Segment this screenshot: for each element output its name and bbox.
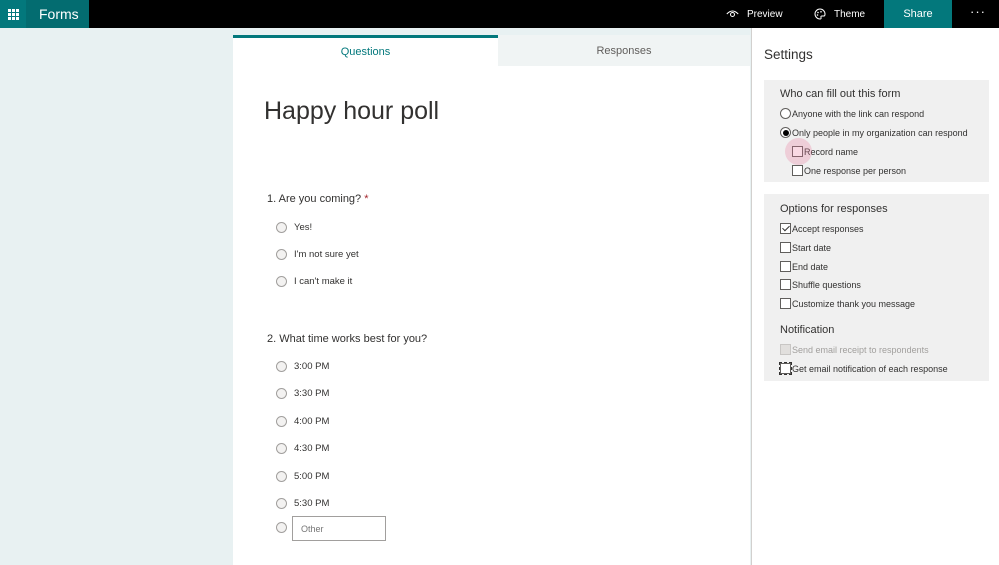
radio-label: Only people in my organization can respo… xyxy=(792,127,968,138)
one-response-checkbox[interactable]: One response per person xyxy=(792,164,906,177)
option-label: 3:00 PM xyxy=(294,360,330,372)
response-options-heading: Options for responses xyxy=(780,203,888,215)
question-1-option[interactable]: I can't make it xyxy=(276,274,352,288)
thank-you-message-checkbox[interactable]: Customize thank you message xyxy=(780,297,915,310)
question-1-option[interactable]: I'm not sure yet xyxy=(276,247,359,261)
question-2-option[interactable]: 5:30 PM xyxy=(276,496,329,510)
radio-icon[interactable] xyxy=(276,442,287,454)
question-2-text: 2. What time works best for you? xyxy=(267,333,428,345)
more-options-button[interactable]: ··· xyxy=(960,0,996,28)
record-name-checkbox[interactable]: Record name xyxy=(792,145,858,158)
radio-icon[interactable] xyxy=(276,387,287,399)
form-editor: Questions Responses Happy hour poll 1. A… xyxy=(233,35,750,565)
who-can-fill-group: Who can fill out this form Anyone with t… xyxy=(764,80,989,182)
shuffle-questions-checkbox[interactable]: Shuffle questions xyxy=(780,278,861,291)
checkbox-checked-icon[interactable] xyxy=(780,223,791,234)
radio-icon[interactable] xyxy=(276,275,287,287)
start-date-checkbox[interactable]: Start date xyxy=(780,241,831,254)
settings-panel: Settings Who can fill out this form Anyo… xyxy=(751,28,999,565)
checkbox-label: End date xyxy=(792,261,829,272)
required-marker: * xyxy=(364,193,369,205)
checkbox-icon[interactable] xyxy=(780,298,791,309)
checkbox-label: Start date xyxy=(792,242,832,253)
question-2-option[interactable]: 5:00 PM xyxy=(276,469,329,483)
palette-icon xyxy=(814,8,826,20)
radio-icon[interactable] xyxy=(276,415,287,427)
checkbox-label: Record name xyxy=(804,146,859,157)
checkbox-icon[interactable] xyxy=(779,362,792,375)
question-2-option[interactable]: 4:00 PM xyxy=(276,414,329,428)
radio-icon[interactable] xyxy=(276,360,287,372)
checkbox-icon[interactable] xyxy=(780,261,791,272)
option-label: 4:30 PM xyxy=(294,442,330,454)
checkbox-icon[interactable] xyxy=(780,279,791,290)
checkbox-icon[interactable] xyxy=(792,165,803,176)
checkbox-label: Customize thank you message xyxy=(792,298,916,309)
other-input[interactable] xyxy=(292,516,386,541)
email-receipt-checkbox: Send email receipt to respondents xyxy=(780,343,929,356)
preview-label: Preview xyxy=(747,8,783,20)
radio-icon[interactable] xyxy=(276,497,287,509)
tab-responses[interactable]: Responses xyxy=(498,35,750,66)
app-name[interactable]: Forms xyxy=(26,0,89,28)
question-2-option[interactable]: 3:00 PM xyxy=(276,359,329,373)
question-1-title[interactable]: 1. Are you coming? * xyxy=(267,193,369,205)
option-label: I'm not sure yet xyxy=(294,248,359,260)
checkbox-label: One response per person xyxy=(804,165,907,176)
checkbox-disabled-icon xyxy=(780,344,791,355)
settings-title: Settings xyxy=(764,47,813,62)
option-label: 5:00 PM xyxy=(294,470,330,482)
email-notification-checkbox[interactable]: Get email notification of each response xyxy=(779,362,948,375)
option-label: 5:30 PM xyxy=(294,497,330,509)
checkbox-icon[interactable] xyxy=(780,242,791,253)
question-2-title[interactable]: 2. What time works best for you? xyxy=(267,333,427,345)
question-1-option[interactable]: Yes! xyxy=(276,220,312,234)
editor-tabs: Questions Responses xyxy=(233,35,750,66)
question-1-text: 1. Are you coming? xyxy=(267,193,362,205)
radio-icon[interactable] xyxy=(780,108,791,119)
waffle-icon xyxy=(7,8,19,20)
radio-icon[interactable] xyxy=(276,470,287,482)
option-label: 3:30 PM xyxy=(294,387,330,399)
eye-icon xyxy=(726,10,739,17)
radio-selected-icon[interactable] xyxy=(780,127,791,138)
option-label: Yes! xyxy=(294,221,313,233)
checkbox-label: Send email receipt to respondents xyxy=(792,344,929,355)
checkbox-label: Shuffle questions xyxy=(792,279,861,290)
option-label: 4:00 PM xyxy=(294,415,330,427)
question-2-option[interactable]: 4:30 PM xyxy=(276,441,329,455)
who-can-fill-heading: Who can fill out this form xyxy=(780,88,901,100)
response-options-group: Options for responses Accept responses S… xyxy=(764,194,989,381)
top-bar: Forms Preview Theme Share ··· xyxy=(0,0,999,28)
share-button[interactable]: Share xyxy=(884,0,952,28)
preview-button[interactable]: Preview xyxy=(726,0,783,28)
organization-only-radio[interactable]: Only people in my organization can respo… xyxy=(780,126,968,139)
radio-icon[interactable] xyxy=(276,521,287,533)
notification-heading: Notification xyxy=(780,324,835,336)
radio-label: Anyone with the link can respond xyxy=(792,108,925,119)
accept-responses-checkbox[interactable]: Accept responses xyxy=(780,222,864,235)
radio-icon[interactable] xyxy=(276,221,287,233)
app-launcher-button[interactable] xyxy=(0,0,26,28)
anyone-with-link-radio[interactable]: Anyone with the link can respond xyxy=(780,107,924,120)
end-date-checkbox[interactable]: End date xyxy=(780,260,828,273)
radio-icon[interactable] xyxy=(276,248,287,260)
form-title[interactable]: Happy hour poll xyxy=(264,97,439,126)
theme-label: Theme xyxy=(834,8,866,20)
checkbox-label: Accept responses xyxy=(792,223,864,234)
checkbox-label: Get email notification of each response xyxy=(792,363,948,374)
checkbox-icon[interactable] xyxy=(792,146,803,157)
theme-button[interactable]: Theme xyxy=(814,0,865,28)
question-2-option[interactable]: 3:30 PM xyxy=(276,386,329,400)
option-label: I can't make it xyxy=(294,275,353,287)
tab-questions[interactable]: Questions xyxy=(233,35,498,66)
